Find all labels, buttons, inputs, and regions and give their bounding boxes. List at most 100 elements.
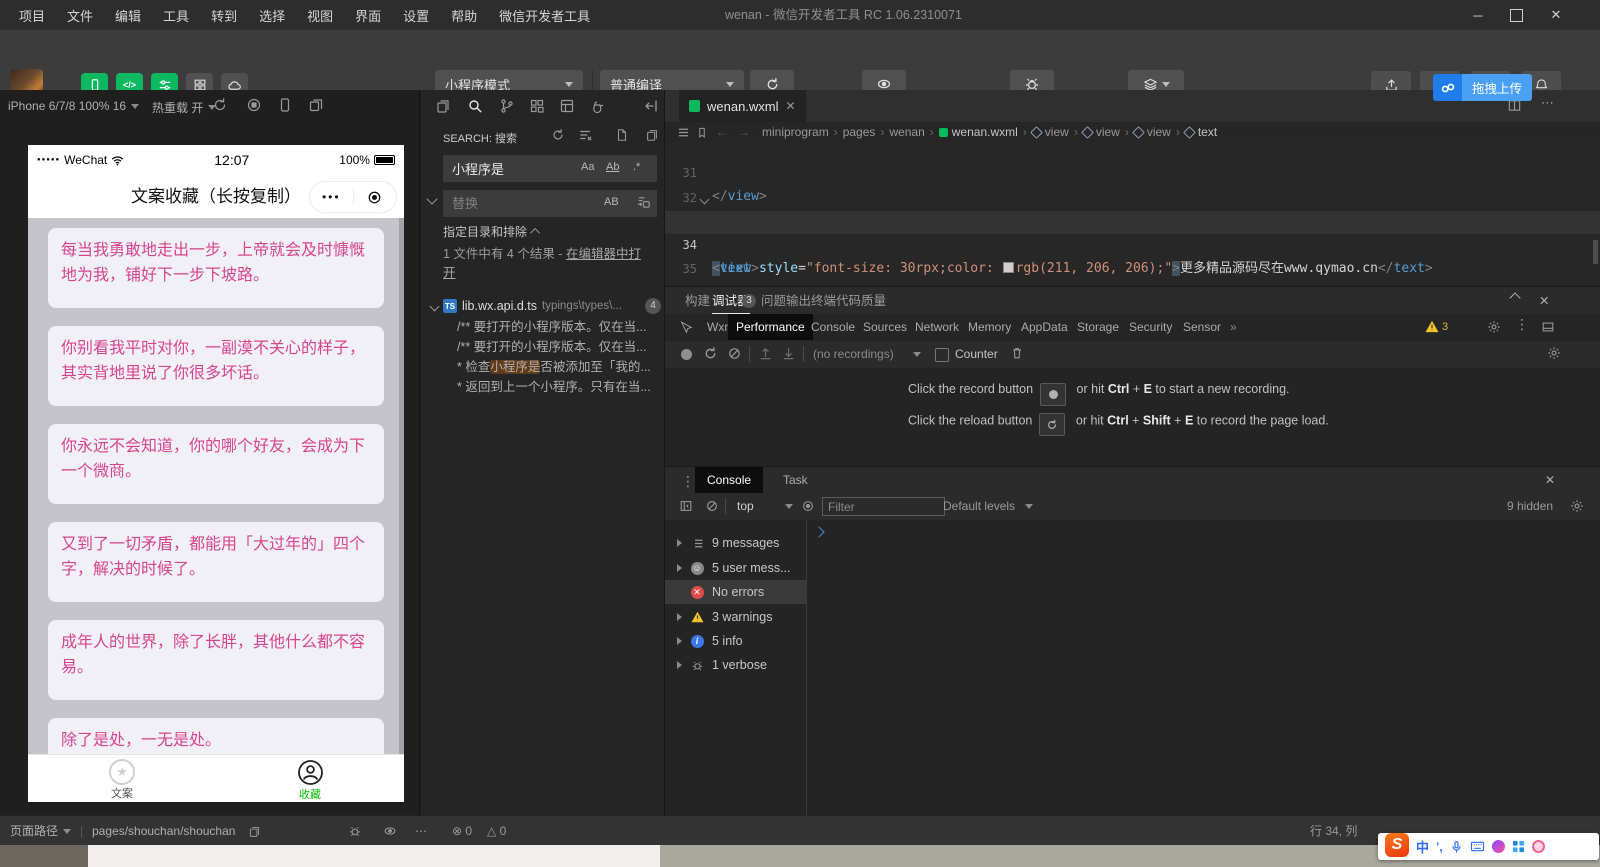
devtools-tab-sources[interactable]: Sources <box>863 314 907 340</box>
eye-icon[interactable] <box>383 824 397 838</box>
devtools-tab-console[interactable]: Console <box>811 314 855 340</box>
close-panel-icon[interactable]: ✕ <box>1539 287 1549 315</box>
tab-terminal[interactable]: 终端 <box>811 287 836 315</box>
restore-button[interactable] <box>1498 0 1534 30</box>
regex-toggle[interactable]: .* <box>633 161 640 173</box>
menu-tools[interactable]: 工具 <box>152 6 200 25</box>
inspect-icon[interactable] <box>679 320 693 334</box>
warning-counter[interactable]: △ 0 <box>487 816 506 846</box>
search-match-row[interactable]: /** 要打开的小程序版本。仅在当... <box>457 317 662 337</box>
breadcrumb-item[interactable]: wenan.wxml <box>952 125 1018 139</box>
record-screen-icon[interactable] <box>246 97 262 113</box>
warning-counter[interactable]: 3 <box>1425 320 1448 333</box>
record-icon[interactable] <box>681 349 692 360</box>
tab-build[interactable]: 构建 <box>685 287 710 315</box>
match-case-toggle[interactable]: Aa <box>581 161 594 173</box>
restart-icon[interactable] <box>212 97 228 113</box>
emoji-icon[interactable] <box>1532 840 1545 853</box>
collapse-panel-icon[interactable] <box>643 98 659 114</box>
outline-icon[interactable] <box>677 126 690 139</box>
copy-icon[interactable] <box>248 825 261 838</box>
tab-shoucang[interactable]: 收藏 <box>216 755 404 802</box>
context-dropdown[interactable]: top <box>737 499 754 513</box>
editor-tab-wenan-wxml[interactable]: wenan.wxml ✕ <box>679 90 806 122</box>
page-path-dropdown[interactable]: 页面路径 <box>10 816 71 846</box>
more-icon[interactable]: ⋯ <box>415 816 427 846</box>
clear-icon[interactable] <box>727 346 742 361</box>
trash-icon[interactable] <box>1010 346 1024 360</box>
exit-button[interactable] <box>354 190 397 205</box>
editor-scrollbar[interactable] <box>1593 240 1598 264</box>
skin-icon[interactable] <box>1492 840 1505 853</box>
task-tab[interactable]: Task <box>783 467 808 494</box>
tab-code-quality[interactable]: 代码质量 <box>836 287 886 315</box>
code-editor[interactable]: 31 </view> 32 </view> 33 <view> 34 <text… <box>665 142 1600 286</box>
hot-reload-toggle[interactable]: 热重载 开 <box>152 99 216 116</box>
devtools-tab-memory[interactable]: Memory <box>968 314 1011 340</box>
quote-card[interactable]: 你永远不会知道，你的哪个好友，会成为下一个微商。 <box>48 424 384 504</box>
console-prompt-icon[interactable] <box>813 526 824 537</box>
breadcrumb-item[interactable]: pages <box>843 125 876 139</box>
filter-input[interactable] <box>822 497 945 516</box>
more-button[interactable]: ••• <box>310 190 353 204</box>
whole-word-toggle[interactable]: Ab <box>606 161 619 173</box>
fold-chevron-icon[interactable] <box>700 195 710 205</box>
preserve-case-toggle[interactable]: AB <box>604 196 619 208</box>
tabs-overflow-icon[interactable]: » <box>1230 314 1237 340</box>
load-profile-icon[interactable] <box>758 346 773 361</box>
ime-punct-toggle[interactable]: ’, <box>1436 840 1443 854</box>
source-control-icon[interactable] <box>499 98 515 114</box>
expand-arrow-icon[interactable] <box>677 613 682 621</box>
sogou-logo-icon[interactable]: S <box>1385 833 1409 857</box>
gear-icon[interactable] <box>1547 346 1561 360</box>
open-in-editor-icon[interactable] <box>645 128 659 142</box>
dir-filter-toggle[interactable]: 指定目录和排除 <box>443 223 540 240</box>
sidebar-toggle-icon[interactable] <box>679 499 693 513</box>
search-match-row[interactable]: /** 要打开的小程序版本。仅在当... <box>457 337 662 357</box>
menu-devtools[interactable]: 微信开发者工具 <box>488 6 601 25</box>
breadcrumb-item[interactable]: miniprogram <box>762 125 829 139</box>
record-button[interactable] <box>1040 383 1066 406</box>
kebab-menu-icon[interactable]: ⋮ <box>1515 316 1529 333</box>
recordings-dropdown[interactable]: (no recordings) <box>813 347 894 361</box>
new-search-editor-icon[interactable] <box>615 128 629 142</box>
expand-arrow-icon[interactable] <box>677 661 682 669</box>
search-match-row[interactable]: * 检查小程序是否被添加至「我的... <box>457 357 662 377</box>
result-file-row[interactable]: TS lib.wx.api.d.ts typings\types\... 4 <box>431 295 661 317</box>
device-frame-icon[interactable] <box>277 97 293 113</box>
devtools-tab-sensor[interactable]: Sensor <box>1183 314 1221 340</box>
tab-problems[interactable]: 问题 <box>761 287 786 315</box>
menu-file[interactable]: 文件 <box>56 6 104 25</box>
devtools-tab-appdata[interactable]: AppData <box>1021 314 1068 340</box>
multi-window-icon[interactable] <box>308 97 324 113</box>
error-counter[interactable]: ⊗ 0 <box>452 816 472 846</box>
menu-interface[interactable]: 界面 <box>344 6 392 25</box>
kebab-menu-icon[interactable]: ⋮ <box>681 473 695 490</box>
breadcrumb-item[interactable]: wenan <box>889 125 924 139</box>
expand-arrow-icon[interactable] <box>677 539 682 547</box>
more-actions-icon[interactable]: ⋯ <box>1541 95 1555 111</box>
menu-goto[interactable]: 转到 <box>200 6 248 25</box>
refresh-results-icon[interactable] <box>551 128 565 142</box>
eye-icon[interactable] <box>801 499 815 513</box>
clear-results-icon[interactable] <box>579 128 593 142</box>
menu-select[interactable]: 选择 <box>248 6 296 25</box>
close-button[interactable]: ✕ <box>1538 0 1574 30</box>
gear-icon[interactable] <box>1570 499 1584 513</box>
file-window-icon[interactable] <box>559 98 575 114</box>
console-tab[interactable]: Console <box>695 467 763 494</box>
reload-icon[interactable] <box>703 346 718 361</box>
gear-icon[interactable] <box>1487 320 1501 334</box>
reload-button[interactable] <box>1039 413 1065 436</box>
search-match-row[interactable]: * 返回到上一个小程序。只有在当... <box>457 377 662 397</box>
quote-card[interactable]: 成年人的世界，除了长胖，其他什么都不容易。 <box>48 620 384 700</box>
ime-lang-toggle[interactable]: 中 <box>1416 837 1429 856</box>
breadcrumb-item[interactable]: text <box>1198 125 1217 139</box>
breadcrumb-item[interactable]: view <box>1096 125 1120 139</box>
minimize-button[interactable]: ─ <box>1460 0 1496 30</box>
quote-card[interactable]: 又到了一切矛盾，都能用「大过年的」四个字，解决的时候了。 <box>48 522 384 602</box>
breadcrumb-item[interactable]: view <box>1147 125 1171 139</box>
close-console-icon[interactable]: ✕ <box>1545 467 1555 494</box>
pages-icon[interactable] <box>435 98 451 114</box>
toggle-replace-chevron[interactable] <box>426 193 437 204</box>
